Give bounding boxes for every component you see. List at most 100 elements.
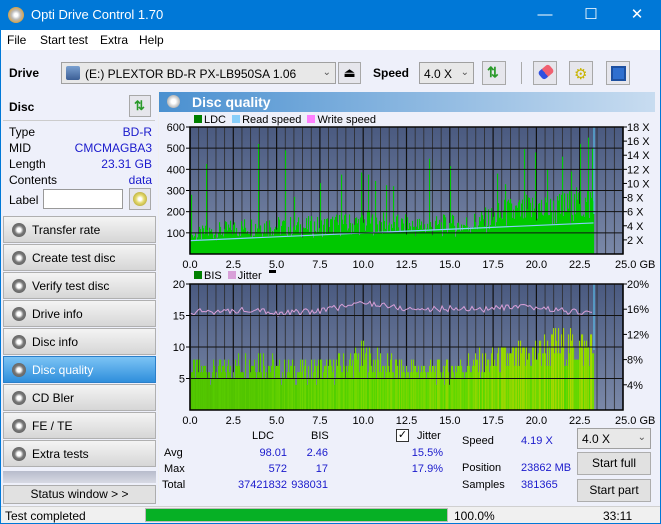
bis-bar	[258, 353, 260, 410]
nav-extra-tests[interactable]: Extra tests	[3, 440, 156, 467]
disc-panel-header: Disc ⇅	[3, 94, 155, 118]
bis-bar	[238, 353, 240, 410]
bis-bar	[269, 365, 271, 410]
bis-bar	[342, 372, 344, 410]
settings-button[interactable]: ⚙	[569, 61, 593, 85]
close-button[interactable]: ✕	[614, 0, 660, 30]
bis-bar	[521, 353, 523, 410]
nav-create-test-disc[interactable]: Create test disc	[3, 244, 156, 271]
nav-drive-info[interactable]: Drive info	[3, 300, 156, 327]
label-input[interactable]	[43, 189, 123, 209]
bis-bar	[576, 359, 578, 410]
menu-help[interactable]: Help	[139, 33, 164, 47]
bis-bar	[557, 353, 559, 410]
disc-refresh-button[interactable]: ⇅	[129, 95, 151, 117]
label-disc-button[interactable]	[129, 188, 151, 210]
nav-fe-te[interactable]: FE / TE	[3, 412, 156, 439]
bis-bar	[314, 359, 316, 410]
bis-bar	[248, 378, 250, 410]
bis-bar	[460, 359, 462, 410]
bis-bar	[575, 359, 577, 410]
nav-verify-test-disc[interactable]: Verify test disc	[3, 272, 156, 299]
drive-label: Drive	[9, 66, 40, 80]
bis-bar	[564, 365, 566, 410]
minimize-button[interactable]: —	[522, 0, 568, 30]
bis-bar	[586, 340, 588, 410]
bis-bar	[253, 365, 255, 410]
bis-bar	[390, 359, 392, 410]
bis-bar	[469, 365, 471, 410]
speed-stat-label: Speed	[462, 435, 494, 447]
bis-bar	[288, 359, 290, 410]
bis-bar	[491, 353, 493, 410]
bis-bar	[364, 359, 366, 410]
bis-bar	[334, 384, 336, 410]
start-full-button[interactable]: Start full	[577, 452, 651, 475]
total-ldc: 37421832	[238, 479, 287, 491]
nav-disc-info[interactable]: Disc info	[3, 328, 156, 355]
save-button[interactable]	[606, 61, 630, 85]
bis-bar	[216, 372, 218, 410]
bis-bar	[330, 359, 332, 410]
start-part-button[interactable]: Start part	[577, 479, 651, 502]
bis-bar	[227, 365, 229, 410]
bis-bar	[410, 372, 412, 410]
bis-bar	[359, 372, 361, 410]
bis-bar	[308, 365, 310, 410]
bis-bar	[397, 365, 399, 410]
bis-bar	[290, 365, 292, 410]
position-value: 23862 MB	[521, 462, 572, 474]
bis-bar	[217, 378, 219, 410]
test-speed-value: 4.0 X	[582, 432, 611, 446]
menu-start-test[interactable]: Start test	[40, 33, 88, 47]
bis-bar	[405, 378, 407, 410]
bis-bar	[527, 359, 529, 410]
maximize-button[interactable]: ☐	[568, 0, 614, 30]
bis-bar	[483, 372, 485, 410]
erase-button[interactable]	[533, 61, 557, 85]
bis-bar	[583, 365, 585, 410]
speed-select[interactable]: 4.0 X ⌄	[419, 62, 474, 84]
bis-bar	[232, 378, 234, 410]
bis-bar	[550, 365, 552, 410]
bis-bar	[476, 359, 478, 410]
menu-file[interactable]: File	[7, 33, 26, 47]
bis-bar	[215, 378, 217, 410]
toolbar: Drive (E:) PLEXTOR BD-R PX-LB950SA 1.06 …	[1, 50, 660, 90]
bis-bar	[195, 378, 197, 410]
bis-bar	[551, 334, 553, 410]
bis-bar	[336, 359, 338, 410]
bis-bar	[529, 353, 531, 410]
bis-bar	[568, 334, 570, 410]
nav-cd-bler[interactable]: CD Bler	[3, 384, 156, 411]
bis-bar	[323, 372, 325, 410]
eject-button[interactable]: ⏏	[338, 62, 361, 84]
bis-bar	[553, 328, 555, 410]
status-window-button[interactable]: Status window > >	[3, 485, 156, 504]
jitter-checkbox[interactable]: ✓	[396, 429, 409, 442]
progress-fill	[146, 509, 447, 521]
refresh-button[interactable]: ⇅	[482, 61, 506, 85]
menu-extra[interactable]: Extra	[100, 33, 128, 47]
disc-icon	[12, 251, 26, 265]
bis-bar	[517, 365, 519, 410]
drive-select[interactable]: (E:) PLEXTOR BD-R PX-LB950SA 1.06 ⌄	[61, 62, 336, 84]
drive-icon	[66, 66, 80, 80]
bis-bar	[420, 372, 422, 410]
y-tick-label: 5	[179, 374, 185, 386]
nav-disc-quality[interactable]: Disc quality	[3, 356, 156, 383]
bis-bar	[430, 359, 432, 410]
bis-bar	[225, 372, 227, 410]
bis-bar	[418, 365, 420, 410]
bis-bar	[440, 372, 442, 410]
bis-bar	[537, 359, 539, 410]
bis-bar	[497, 353, 499, 410]
test-speed-select[interactable]: 4.0 X ⌄	[577, 428, 651, 449]
nav-transfer-rate[interactable]: Transfer rate	[3, 216, 156, 243]
nav-label: CD Bler	[32, 391, 75, 405]
bis-bar	[246, 378, 248, 410]
bis-bar	[239, 365, 241, 410]
bis-bar	[307, 384, 309, 410]
bis-bar	[316, 384, 318, 410]
bis-bar	[444, 384, 446, 410]
